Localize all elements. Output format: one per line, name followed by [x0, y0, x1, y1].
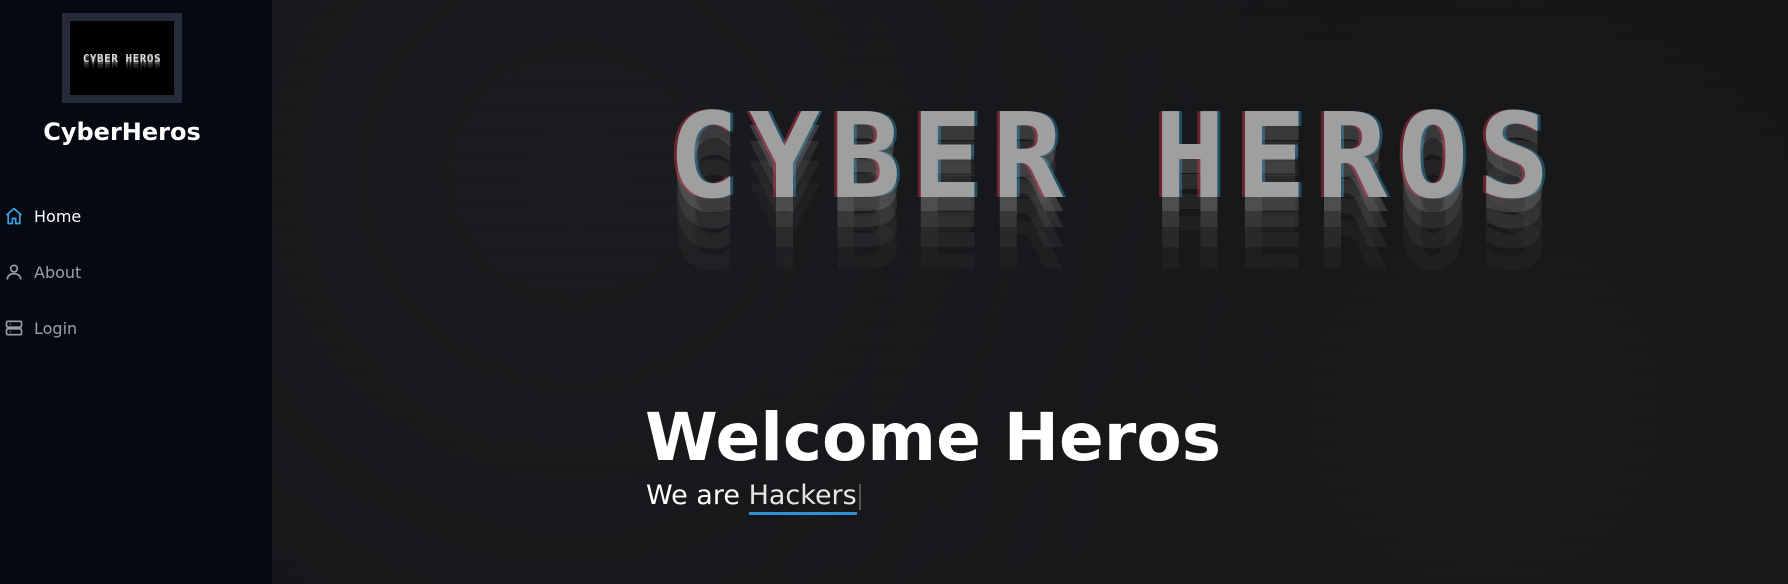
server-icon — [4, 318, 24, 338]
page-title: Welcome Heros — [645, 399, 1221, 476]
logo-image: CYBER HEROS — [70, 21, 174, 95]
brand-name: CyberHeros — [43, 118, 201, 146]
sidebar-item-label: Login — [34, 318, 78, 338]
text-caret — [858, 483, 861, 510]
sidebar-item-label: About — [34, 262, 82, 282]
home-icon — [4, 206, 24, 226]
sidebar-nav: Home About Login — [0, 188, 272, 356]
sidebar-item-login[interactable]: Login — [0, 300, 272, 356]
user-icon — [4, 262, 24, 282]
sidebar-item-home[interactable]: Home — [0, 188, 272, 244]
sidebar-item-label: Home — [34, 206, 82, 226]
logo-text: CYBER HEROS — [82, 51, 162, 65]
sidebar: CYBER HEROS CyberHeros Home About Login — [0, 0, 272, 584]
typed-word: Hackers — [748, 480, 857, 515]
logo[interactable]: CYBER HEROS — [62, 13, 182, 103]
sidebar-item-about[interactable]: About — [0, 244, 272, 300]
hero-banner: CYBER HEROS — [668, 96, 1778, 316]
tagline: We are Hackers — [646, 480, 861, 515]
hero-banner-text: CYBER HEROS — [668, 96, 1560, 225]
tagline-prefix: We are — [646, 480, 740, 511]
